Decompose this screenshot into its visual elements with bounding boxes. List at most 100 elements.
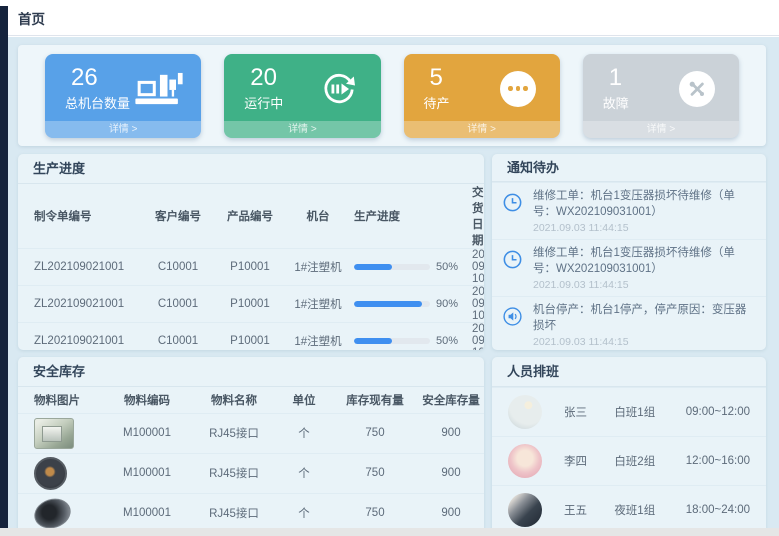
staff-name: 王五 [564, 502, 614, 518]
stat-card-running[interactable]: 20 运行中 详情 > [224, 54, 380, 138]
stat-card-total-machines[interactable]: 26 总机台数量 详情 > [45, 54, 201, 138]
customer-no-cell: C10001 [142, 286, 214, 323]
fault-detail-link[interactable]: 详情 > [583, 121, 739, 138]
production-row: ZL202109021001 C10001 P10001 1#注塑机 50% 2… [18, 249, 484, 286]
inventory-row: M100001 RJ45接口 个 750 900 [18, 493, 484, 533]
inventory-row: M100001 RJ45接口 个 750 900 [18, 453, 484, 493]
material-name-cell: RJ45接口 [192, 453, 276, 493]
schedule-panel-title: 人员排班 [492, 357, 766, 387]
notifications-panel-title: 通知待办 [492, 154, 766, 182]
customer-no-cell: C10001 [142, 323, 214, 351]
inventory-header-row: 物料图片 物料编码 物料名称 单位 库存现有量 安全库存量 [18, 387, 484, 413]
avatar [508, 493, 542, 527]
unit-cell: 个 [276, 493, 332, 533]
total-machines-detail-link[interactable]: 详情 > [45, 121, 201, 138]
stat-cards-panel: 26 总机台数量 详情 > [18, 45, 766, 146]
sidebar-edge [0, 6, 8, 528]
notification-body: 机台停产：机台1停产，停产原因：变压器损坏 2021.09.03 11:44:1… [533, 303, 754, 348]
stat-card-text: 5 待产 [424, 65, 450, 111]
stat-card-body: 1 故障 [583, 54, 739, 121]
stat-card-fault[interactable]: 1 故障 [583, 54, 739, 138]
machine-cell: 1#注塑机 [286, 286, 350, 323]
progress-label: 50% [436, 335, 458, 347]
stat-card-body: 5 待产 [404, 54, 560, 121]
machine-cell: 1#注塑机 [286, 323, 350, 351]
notification-text: 维修工单：机台1变压器损坏待维修（单号：WX202109031001） [533, 246, 754, 277]
on-hand-cell: 750 [332, 493, 418, 533]
production-progress-panel: 生产进度 制令单编号 客户编号 产品编号 机台 生产进度 交货日期 [18, 154, 484, 350]
ellipsis-icon [492, 71, 544, 107]
clock-icon [502, 189, 524, 234]
notification-item[interactable]: 维修工单：机台1变压器损坏待维修（单号：WX202109031001） 2021… [492, 182, 766, 239]
on-hand-cell: 750 [332, 413, 418, 453]
production-row: ZL202109021001 C10001 P10001 1#注塑机 90% 2… [18, 286, 484, 323]
product-no-cell: P10001 [214, 286, 286, 323]
inventory-panel-title: 安全库存 [18, 357, 484, 387]
running-value: 20 [244, 65, 283, 91]
progress-bar [354, 301, 430, 307]
schedule-row: 张三 白班1组 09:00~12:00 [492, 387, 766, 436]
progress-cell: 50% [350, 249, 468, 286]
unit-cell: 个 [276, 453, 332, 493]
avatar [508, 395, 542, 429]
product-no-cell: P10001 [214, 323, 286, 351]
progress-label: 50% [436, 261, 458, 273]
notification-body: 维修工单：机台1变压器损坏待维修（单号：WX202109031001） 2021… [533, 189, 754, 234]
machine-cell: 1#注塑机 [286, 249, 350, 286]
notification-text: 机台停产：机台1停产，停产原因：变压器损坏 [533, 303, 754, 334]
col-delivery-date: 交货日期 [468, 184, 484, 249]
schedule-row: 王五 夜班1组 18:00~24:00 [492, 485, 766, 534]
inventory-table: 物料图片 物料编码 物料名称 单位 库存现有量 安全库存量 M100001 R [18, 387, 484, 533]
stat-card-text: 1 故障 [603, 65, 629, 111]
tab-home[interactable]: 首页 [18, 8, 45, 28]
staff-time: 18:00~24:00 [686, 504, 750, 516]
notification-time: 2021.09.03 11:44:15 [533, 336, 754, 348]
delivery-date-cell: 2021-09-10 [468, 323, 484, 351]
pending-detail-link[interactable]: 详情 > [404, 121, 560, 138]
col-on-hand: 库存现有量 [332, 387, 418, 413]
stat-card-pending[interactable]: 5 待产 详情 > [404, 54, 560, 138]
safety-qty-cell: 900 [418, 493, 484, 533]
progress-label: 90% [436, 298, 458, 310]
on-hand-cell: 750 [332, 453, 418, 493]
staff-time: 12:00~16:00 [686, 455, 750, 467]
notification-item[interactable]: 机台停产：机台1停产，停产原因：变压器损坏 2021.09.03 11:44:1… [492, 296, 766, 350]
running-detail-link[interactable]: 详情 > [224, 121, 380, 138]
col-progress: 生产进度 [350, 184, 468, 249]
mes-dashboard: 首页 26 总机台数量 [0, 0, 779, 536]
notification-item[interactable]: 维修工单：机台1变压器损坏待维修（单号：WX202109031001） 2021… [492, 239, 766, 296]
notification-text: 维修工单：机台1变压器损坏待维修（单号：WX202109031001） [533, 189, 754, 220]
fault-label: 故障 [603, 93, 629, 112]
notification-body: 维修工单：机台1变压器损坏待维修（单号：WX202109031001） 2021… [533, 246, 754, 291]
tools-icon [671, 71, 723, 107]
col-customer-no: 客户编号 [142, 184, 214, 249]
running-icon [313, 69, 365, 109]
progress-bar [354, 338, 430, 344]
inventory-row: M100001 RJ45接口 个 750 900 [18, 413, 484, 453]
pending-value: 5 [424, 65, 450, 91]
stat-card-body: 20 运行中 [224, 54, 380, 121]
unit-cell: 个 [276, 413, 332, 453]
fault-value: 1 [603, 65, 629, 91]
production-panel-title: 生产进度 [18, 154, 484, 184]
notification-time: 2021.09.03 11:44:15 [533, 222, 754, 234]
pending-label: 待产 [424, 93, 450, 112]
staff-shift: 白班1组 [614, 404, 685, 420]
notifications-panel: 通知待办 维修工单：机台1变压器损坏待维修（单号：WX202109031001）… [492, 154, 766, 350]
running-label: 运行中 [244, 93, 283, 112]
avatar [508, 444, 542, 478]
delivery-date-cell: 2021-09-10 [468, 286, 484, 323]
stat-card-text: 20 运行中 [244, 65, 283, 111]
material-image-round-speaker [34, 457, 67, 490]
safety-qty-cell: 900 [418, 413, 484, 453]
staff-shift: 白班2组 [614, 453, 685, 469]
staff-name: 张三 [564, 404, 614, 420]
stat-card-body: 26 总机台数量 [45, 54, 201, 121]
delivery-date-cell: 2021-09-10 [468, 249, 484, 286]
col-machine: 机台 [286, 184, 350, 249]
speaker-icon [502, 303, 524, 348]
staff-time: 09:00~12:00 [686, 406, 750, 418]
col-safety-qty: 安全库存量 [418, 387, 484, 413]
staff-name: 李四 [564, 453, 614, 469]
material-code-cell: M100001 [102, 453, 192, 493]
